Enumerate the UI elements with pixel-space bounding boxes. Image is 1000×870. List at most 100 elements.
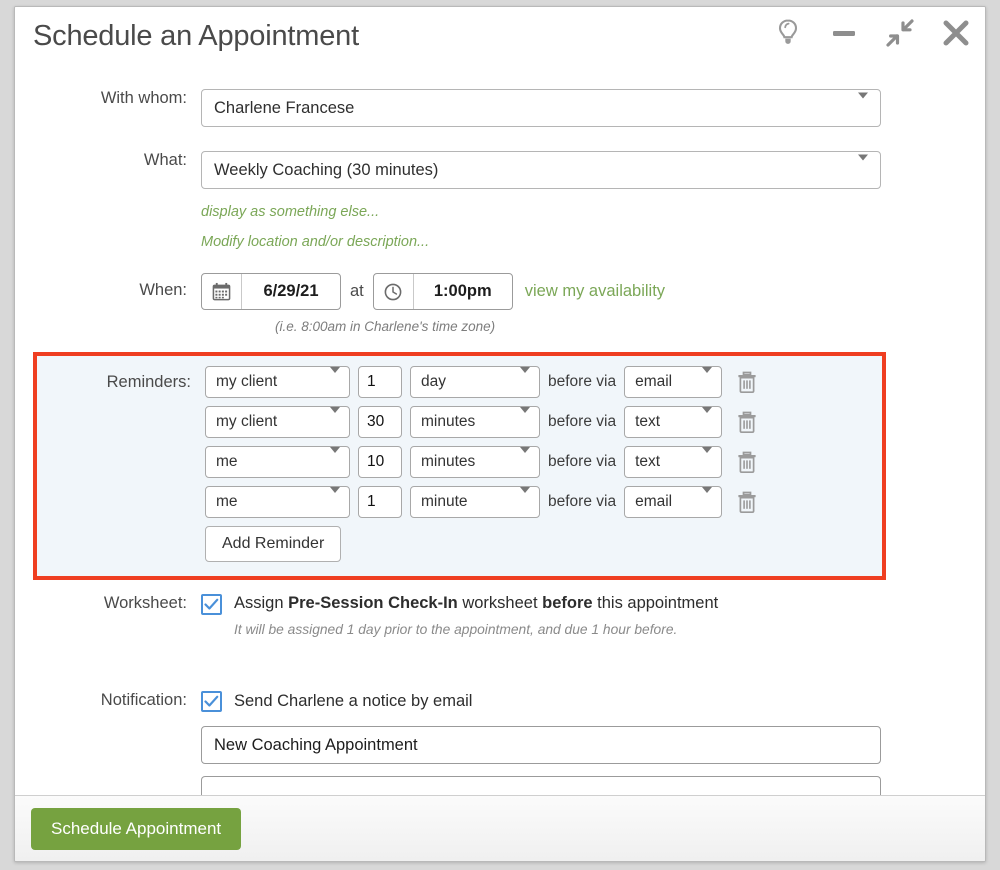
reminder-channel-select[interactable]: text [624, 446, 723, 478]
reminders-section-highlight: Reminders: my client 1 day before via em… [33, 352, 886, 580]
reminder-unit-select[interactable]: minutes [410, 446, 540, 478]
trash-icon [738, 411, 756, 434]
worksheet-name: Pre-Session Check-In [288, 594, 458, 612]
reminder-unit-select[interactable]: minute [410, 486, 540, 518]
collapse-button[interactable] [883, 13, 917, 53]
add-reminder-button[interactable]: Add Reminder [205, 526, 342, 562]
page-title: Schedule an Appointment [33, 20, 359, 52]
reminder-amount-value: 1 [367, 373, 376, 390]
reminder-unit-value: minutes [421, 413, 476, 430]
notification-subject-value: New Coaching Appointment [214, 735, 418, 754]
title-bar: Schedule an Appointment [15, 7, 985, 69]
close-button[interactable] [939, 13, 973, 53]
notification-label: Notification: [100, 691, 187, 709]
reminder-row: Reminders: my client 1 day before via em… [37, 366, 882, 398]
lightbulb-icon [778, 19, 798, 44]
reminder-amount-input[interactable]: 10 [358, 446, 402, 478]
modify-location-link[interactable]: Modify location and/or description... [201, 234, 429, 250]
time-value[interactable]: 1:00pm [414, 274, 512, 309]
reminder-amount-input[interactable]: 1 [358, 366, 402, 398]
notification-checkbox[interactable] [201, 691, 222, 712]
reminder-unit-select[interactable]: day [410, 366, 540, 398]
minimize-icon [833, 31, 855, 36]
delete-reminder-button[interactable] [736, 410, 758, 434]
reminder-channel-select[interactable]: email [624, 486, 723, 518]
reminder-row: me 1 minute before via email [37, 486, 882, 518]
chevron-down-icon [520, 407, 530, 431]
delete-reminder-button[interactable] [736, 450, 758, 474]
trash-icon [738, 371, 756, 394]
with-whom-label: With whom: [100, 89, 187, 107]
chevron-down-icon [858, 154, 868, 180]
worksheet-description: Assign Pre-Session Check-In worksheet be… [234, 594, 718, 613]
reminder-amount-input[interactable]: 30 [358, 406, 402, 438]
delete-reminder-button[interactable] [736, 490, 758, 514]
reminder-recipient-select[interactable]: me [205, 486, 350, 518]
reminder-amount-input[interactable]: 1 [358, 486, 402, 518]
schedule-appointment-button[interactable]: Schedule Appointment [31, 807, 242, 850]
worksheet-text-mid: worksheet [457, 594, 543, 612]
clock-icon-button[interactable] [374, 274, 414, 309]
display-as-link[interactable]: display as something else... [201, 204, 379, 220]
footer-bar: Schedule Appointment [15, 795, 985, 861]
field-when: When: 6/29/21 at 1:00pm view my availabi… [15, 273, 985, 336]
schedule-appointment-window: Schedule an Appointment With whom: Charl… [14, 6, 986, 862]
notification-subject-input[interactable]: New Coaching Appointment [201, 726, 881, 764]
when-at-label: at [350, 282, 364, 300]
date-picker[interactable]: 6/29/21 [201, 273, 341, 310]
reminder-recipient-select[interactable]: my client [205, 406, 350, 438]
time-picker[interactable]: 1:00pm [372, 273, 513, 310]
reminder-recipient-select[interactable]: me [205, 446, 350, 478]
delete-reminder-button[interactable] [736, 370, 758, 394]
reminder-recipient-select[interactable]: my client [205, 366, 350, 398]
worksheet-label: Worksheet: [103, 594, 187, 612]
with-whom-value: Charlene Francese [214, 98, 355, 117]
field-with-whom: With whom: Charlene Francese [15, 89, 985, 127]
reminder-recipient-value: me [216, 453, 238, 470]
reminder-row: me 10 minutes before via text [37, 446, 882, 478]
reminder-channel-value: email [635, 373, 673, 390]
tips-lightbulb-button[interactable] [771, 13, 805, 53]
reminder-channel-select[interactable]: text [624, 406, 723, 438]
worksheet-text-pre: Assign [234, 594, 289, 612]
with-whom-select[interactable]: Charlene Francese [201, 89, 881, 127]
close-icon [943, 20, 969, 46]
chevron-down-icon [702, 367, 713, 391]
trash-icon [738, 491, 756, 514]
reminders-label: Reminders: [106, 372, 191, 391]
form-body: With whom: Charlene Francese What: Weekl… [15, 69, 985, 795]
minimize-button[interactable] [827, 13, 861, 53]
before-via-label: before via [548, 453, 617, 470]
calendar-icon-button[interactable] [202, 274, 242, 309]
worksheet-checkbox[interactable] [201, 594, 222, 615]
reminder-channel-value: text [635, 453, 661, 470]
clock-icon [384, 283, 402, 300]
checkmark-icon [204, 598, 219, 610]
trash-icon [738, 451, 756, 474]
chevron-down-icon [702, 407, 713, 431]
reminder-amount-value: 30 [367, 413, 385, 430]
reminder-unit-select[interactable]: minutes [410, 406, 540, 438]
reminder-channel-value: text [635, 413, 661, 430]
chevron-down-icon [858, 92, 868, 118]
when-label: When: [139, 281, 187, 299]
reminder-recipient-value: my client [216, 413, 278, 430]
timezone-note: (i.e. 8:00am in Charlene's time zone) [275, 319, 496, 334]
chevron-down-icon [520, 367, 530, 391]
before-via-label: before via [548, 413, 617, 430]
what-select[interactable]: Weekly Coaching (30 minutes) [201, 151, 881, 189]
reminder-recipient-value: my client [216, 373, 278, 390]
notification-description: Send Charlene a notice by email [234, 692, 473, 710]
reminder-amount-value: 1 [367, 493, 376, 510]
calendar-icon [212, 282, 231, 301]
chevron-down-icon [702, 487, 713, 511]
worksheet-text-post: this appointment [592, 594, 719, 612]
view-availability-link[interactable]: view my availability [525, 282, 665, 301]
chevron-down-icon [330, 367, 340, 391]
chevron-down-icon [330, 447, 340, 471]
chevron-down-icon [520, 447, 530, 471]
reminder-channel-select[interactable]: email [624, 366, 723, 398]
before-via-label: before via [548, 493, 617, 510]
notification-body-input[interactable] [201, 776, 881, 795]
date-value[interactable]: 6/29/21 [242, 274, 340, 309]
